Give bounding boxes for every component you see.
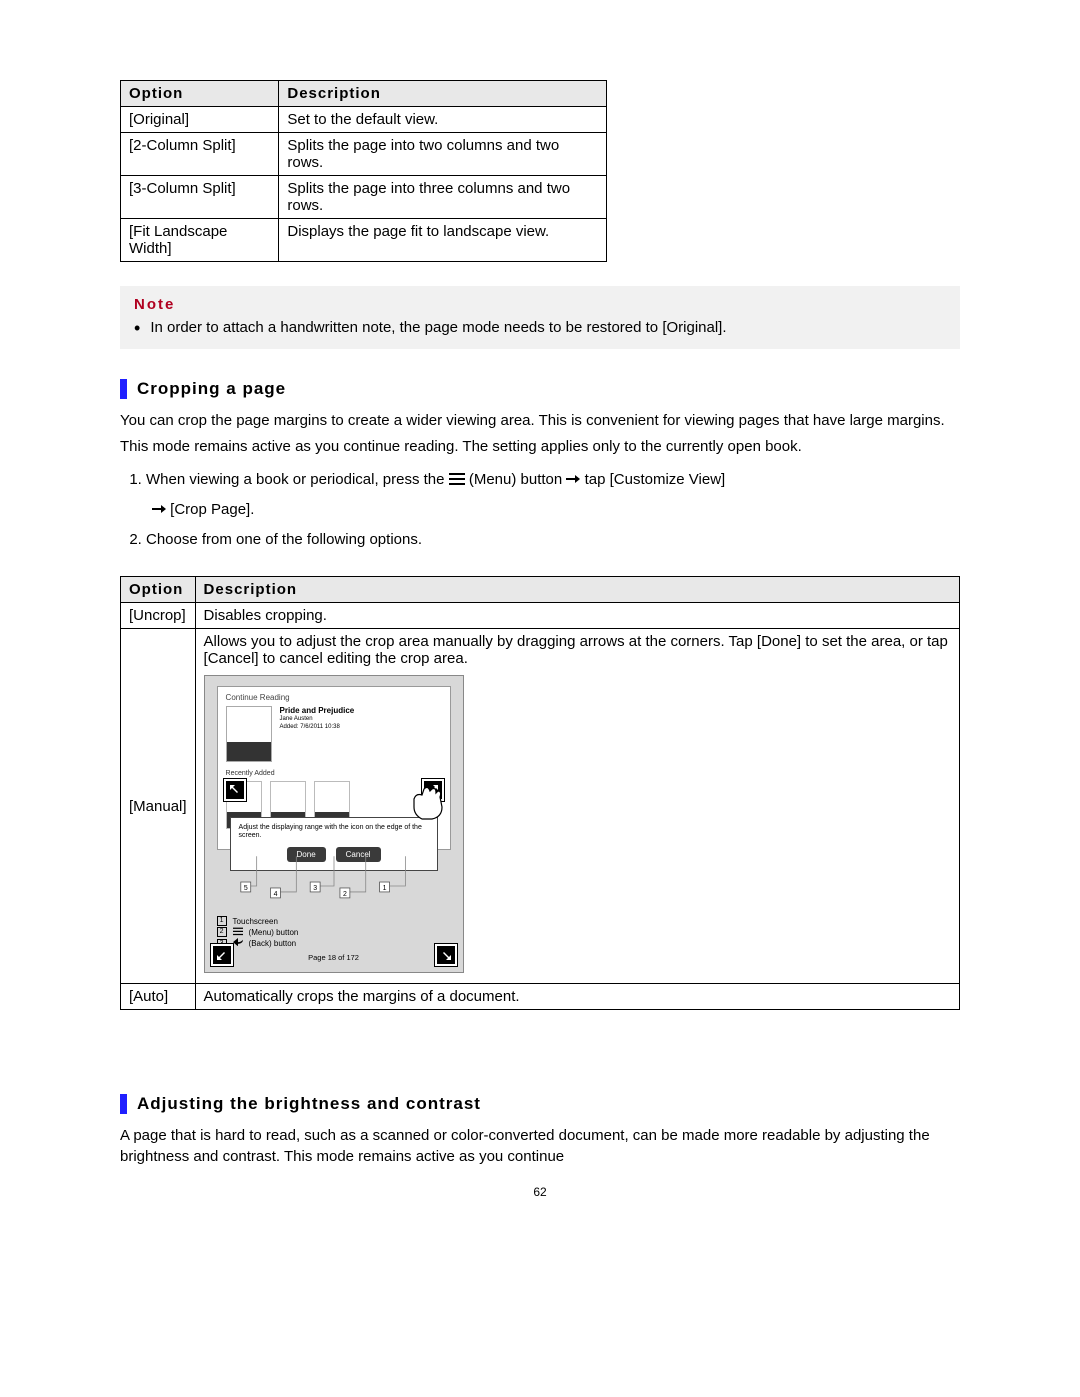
table-row: [Fit Landscape Width] Displays the page …	[121, 219, 607, 262]
step-text: tap [Customize View]	[585, 471, 726, 488]
step-text: (Menu) button	[469, 471, 567, 488]
callout-lines: 5 4 3 2 1	[217, 856, 451, 912]
paragraph: You can crop the page margins to create …	[120, 411, 960, 431]
table-row: [Manual] Allows you to adjust the crop a…	[121, 628, 960, 984]
table-row: [3-Column Split] Splits the page into th…	[121, 176, 607, 219]
svg-text:2: 2	[343, 890, 347, 897]
crop-handle-top-left-icon[interactable]	[224, 779, 246, 801]
opt-cell: [Manual]	[121, 628, 196, 984]
book-cover-thumbnail	[226, 706, 272, 762]
legend-row: 3 (Back) button	[217, 938, 451, 950]
section-heading-cropping: Cropping a page	[120, 379, 960, 399]
table-row: [2-Column Split] Splits the page into tw…	[121, 133, 607, 176]
section-heading-brightness: Adjusting the brightness and contrast	[120, 1094, 960, 1114]
step-text: [Crop Page].	[170, 501, 254, 518]
dialog-text: Adjust the displaying range with the ico…	[239, 824, 429, 842]
legend-label: (Back) button	[249, 938, 297, 949]
book-added-date: Added: 7/6/2011 10:38	[280, 724, 355, 732]
desc-cell: Disables cropping.	[195, 602, 959, 628]
col-description: Description	[279, 81, 607, 107]
section-title: Cropping a page	[137, 379, 286, 399]
table-row: [Uncrop] Disables cropping.	[121, 602, 960, 628]
col-option: Option	[121, 576, 196, 602]
arrow-right-icon	[152, 498, 166, 522]
svg-text:3: 3	[313, 885, 317, 892]
menu-icon	[449, 472, 465, 486]
legend-number: 1	[217, 916, 227, 926]
book-author: Jane Austen	[280, 716, 355, 724]
crop-handle-bottom-left-icon[interactable]	[211, 944, 233, 966]
opt-cell: [Uncrop]	[121, 602, 196, 628]
hand-pointer-icon	[408, 783, 452, 823]
desc-cell: Allows you to adjust the crop area manua…	[195, 628, 959, 984]
table-row: [Auto] Automatically crops the margins o…	[121, 984, 960, 1010]
menu-icon	[233, 927, 243, 936]
desc-cell: Splits the page into two columns and two…	[279, 133, 607, 176]
paragraph: A page that is hard to read, such as a s…	[120, 1126, 960, 1167]
recently-added-label: Recently Added	[226, 770, 442, 777]
page-number: 62	[120, 1185, 960, 1199]
paragraph: This mode remains active as you continue…	[120, 437, 960, 457]
legend-row: 1 Touchscreen	[217, 916, 451, 927]
legend-number: 2	[217, 927, 227, 937]
opt-cell: [Auto]	[121, 984, 196, 1010]
desc-cell: Set to the default view.	[279, 107, 607, 133]
svg-text:1: 1	[382, 885, 386, 892]
svg-text:4: 4	[273, 890, 277, 897]
page-mode-options-table: Option Description [Original] Set to the…	[120, 80, 607, 262]
note-box: Note • In order to attach a handwritten …	[120, 286, 960, 349]
opt-cell: [2-Column Split]	[121, 133, 279, 176]
legend-label: (Menu) button	[249, 927, 299, 938]
steps-list: When viewing a book or periodical, press…	[120, 468, 960, 552]
step-1: When viewing a book or periodical, press…	[146, 468, 960, 522]
screenshot-screen: Continue Reading Pride and Prejudice Jan…	[217, 686, 451, 850]
book-title: Pride and Prejudice	[280, 706, 355, 716]
document-page: Option Description [Original] Set to the…	[0, 0, 1080, 1239]
table-row: [Original] Set to the default view.	[121, 107, 607, 133]
screenshot-section-label: Continue Reading	[226, 693, 442, 702]
opt-cell: [Fit Landscape Width]	[121, 219, 279, 262]
step-text: When viewing a book or periodical, press…	[146, 471, 449, 488]
note-title: Note	[134, 296, 946, 313]
step-2: Choose from one of the following options…	[146, 528, 960, 552]
section-bar-icon	[120, 379, 127, 399]
col-description: Description	[195, 576, 959, 602]
opt-cell: [Original]	[121, 107, 279, 133]
manual-desc-text: Allows you to adjust the crop area manua…	[204, 633, 951, 667]
crop-handle-bottom-right-icon[interactable]	[435, 944, 457, 966]
desc-cell: Displays the page fit to landscape view.	[279, 219, 607, 262]
screenshot-page-indicator: Page 18 of 172	[217, 953, 451, 962]
bullet-icon: •	[134, 319, 140, 337]
section-title: Adjusting the brightness and contrast	[137, 1094, 481, 1114]
note-text: In order to attach a handwritten note, t…	[150, 319, 726, 337]
crop-options-table: Option Description [Uncrop] Disables cro…	[120, 576, 960, 1011]
legend-label: Touchscreen	[233, 916, 278, 927]
book-metadata: Pride and Prejudice Jane Austen Added: 7…	[280, 706, 355, 732]
back-arrow-icon	[233, 938, 243, 950]
opt-cell: [3-Column Split]	[121, 176, 279, 219]
arrow-right-icon	[566, 468, 580, 492]
device-screenshot: Continue Reading Pride and Prejudice Jan…	[204, 675, 464, 974]
screenshot-legend: 1 Touchscreen 2 (Menu) button	[217, 916, 451, 950]
desc-cell: Splits the page into three columns and t…	[279, 176, 607, 219]
col-option: Option	[121, 81, 279, 107]
section-bar-icon	[120, 1094, 127, 1114]
legend-row: 2 (Menu) button	[217, 927, 451, 938]
svg-text:5: 5	[243, 885, 247, 892]
desc-cell: Automatically crops the margins of a doc…	[195, 984, 959, 1010]
